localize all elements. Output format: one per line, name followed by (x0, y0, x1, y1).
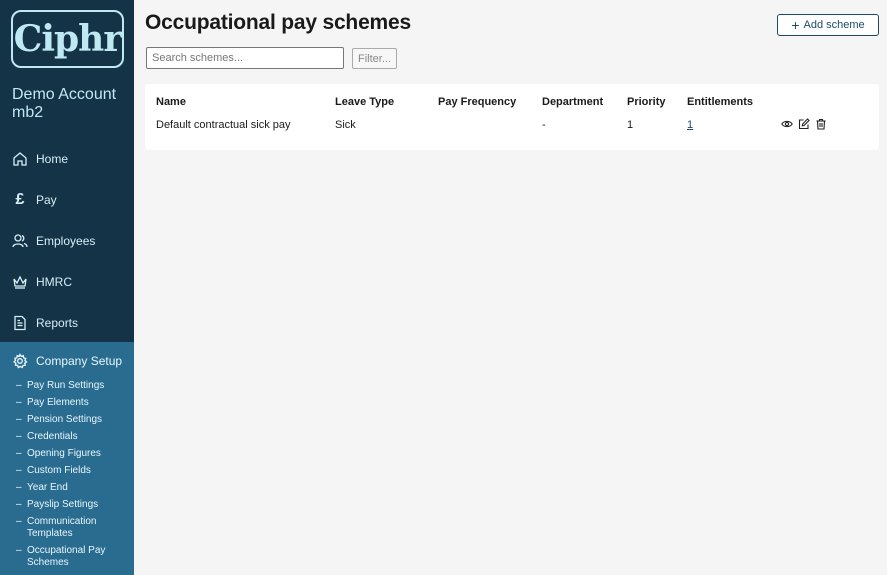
cell-department: - (542, 119, 546, 131)
add-scheme-button[interactable]: + Add scheme (777, 14, 879, 36)
submenu-label: Pay Run Settings (27, 380, 105, 391)
add-scheme-label: Add scheme (803, 19, 865, 31)
submenu-item-payslip-settings[interactable]: – Payslip Settings (0, 499, 134, 511)
plus-icon: + (791, 17, 800, 33)
main-nav: Home £ Pay Employees HMRC Reports (0, 138, 134, 343)
main-content: Occupational pay schemes + Add scheme Fi… (134, 0, 887, 575)
nav-label-employees: Employees (36, 233, 96, 248)
submenu-item-pay-elements[interactable]: – Pay Elements (0, 397, 134, 409)
nav-item-employees[interactable]: Employees (0, 220, 134, 261)
crown-icon (13, 275, 27, 289)
nav-item-home[interactable]: Home (0, 138, 134, 179)
document-icon (14, 315, 26, 330)
search-input[interactable] (146, 47, 344, 69)
column-header-pay-frequency[interactable]: Pay Frequency (438, 96, 516, 108)
submenu-label: Pay Elements (27, 397, 89, 408)
submenu-item-year-end[interactable]: – Year End (0, 482, 134, 494)
nav-item-hmrc[interactable]: HMRC (0, 261, 134, 302)
dash-marker: – (16, 516, 22, 527)
nav-item-reports[interactable]: Reports (0, 302, 134, 343)
ciphr-logo[interactable]: Ciphr (11, 10, 124, 68)
account-line-2: mb2 (12, 104, 44, 121)
submenu-label: Payslip Settings (27, 499, 99, 510)
submenu-label: Opening Figures (27, 448, 101, 459)
dash-marker: – (16, 397, 22, 408)
dash-marker: – (16, 465, 22, 476)
filter-button[interactable]: Filter... (352, 48, 397, 69)
schemes-table: Name Leave Type Pay Frequency Department… (145, 84, 879, 150)
submenu-item-credentials[interactable]: – Credentials (0, 431, 134, 443)
pound-icon: £ (15, 190, 25, 208)
dash-marker: – (16, 380, 22, 391)
submenu-item-communication-templates[interactable]: – Communication Templates (0, 516, 134, 540)
dash-marker: – (16, 499, 22, 510)
dash-marker: – (16, 448, 22, 459)
cell-entitlements-link[interactable]: 1 (687, 119, 693, 131)
filter-label: Filter... (357, 52, 391, 65)
nav-label-reports: Reports (36, 315, 79, 330)
dash-marker: – (16, 414, 22, 425)
nav-label-home: Home (36, 151, 69, 166)
page-title: Occupational pay schemes (145, 11, 411, 34)
submenu-item-custom-fields[interactable]: – Custom Fields (0, 465, 134, 477)
account-name: Demo Account mb2 (12, 86, 130, 122)
company-setup-submenu: – Pay Run Settings – Pay Elements – Pension… (0, 380, 134, 569)
dash-marker: – (16, 545, 22, 556)
nav-label-company-setup: Company Setup (36, 354, 123, 368)
submenu-label: Occupational Pay Schemes (27, 545, 106, 568)
submenu-item-pay-run-settings[interactable]: – Pay Run Settings (0, 380, 134, 392)
nav-label-pay: Pay (36, 192, 57, 207)
submenu-label: Custom Fields (27, 465, 91, 476)
submenu-item-occupational-pay-schemes[interactable]: – Occupational Pay Schemes (0, 545, 134, 569)
submenu-item-opening-figures[interactable]: – Opening Figures (0, 448, 134, 460)
cell-priority: 1 (627, 119, 634, 131)
column-header-priority[interactable]: Priority (627, 96, 666, 108)
column-header-leave-type[interactable]: Leave Type (335, 96, 394, 108)
submenu-label: Pension Settings (27, 414, 103, 425)
row-actions (781, 118, 827, 130)
column-header-name[interactable]: Name (156, 96, 186, 108)
nav-item-company-setup[interactable]: Company Setup (0, 342, 134, 380)
cell-leave-type: Sick (335, 119, 356, 131)
submenu-item-pension-settings[interactable]: – Pension Settings (0, 414, 134, 426)
nav-item-pay[interactable]: £ Pay (0, 179, 134, 220)
home-icon (13, 151, 27, 166)
submenu-label: Credentials (27, 431, 78, 442)
eye-icon[interactable] (781, 118, 793, 130)
nav-label-hmrc: HMRC (36, 274, 72, 289)
users-icon (12, 233, 28, 247)
column-header-entitlements[interactable]: Entitlements (687, 96, 753, 108)
gear-icon (12, 353, 28, 369)
sidebar: Ciphr Demo Account mb2 Home £ Pay Employ… (0, 0, 134, 575)
edit-icon[interactable] (798, 118, 810, 130)
column-header-department[interactable]: Department (542, 96, 603, 108)
dash-marker: – (16, 482, 22, 493)
logo-text: Ciphr (13, 18, 123, 60)
submenu-label: Year End (27, 482, 68, 493)
trash-icon[interactable] (815, 118, 827, 130)
company-setup-section: Company Setup – Pay Run Settings – Pay Ele… (0, 342, 134, 575)
cell-name: Default contractual sick pay (156, 119, 291, 131)
submenu-label: Communication Templates (27, 516, 97, 539)
account-line-1: Demo Account (12, 86, 117, 103)
dash-marker: – (16, 431, 22, 442)
